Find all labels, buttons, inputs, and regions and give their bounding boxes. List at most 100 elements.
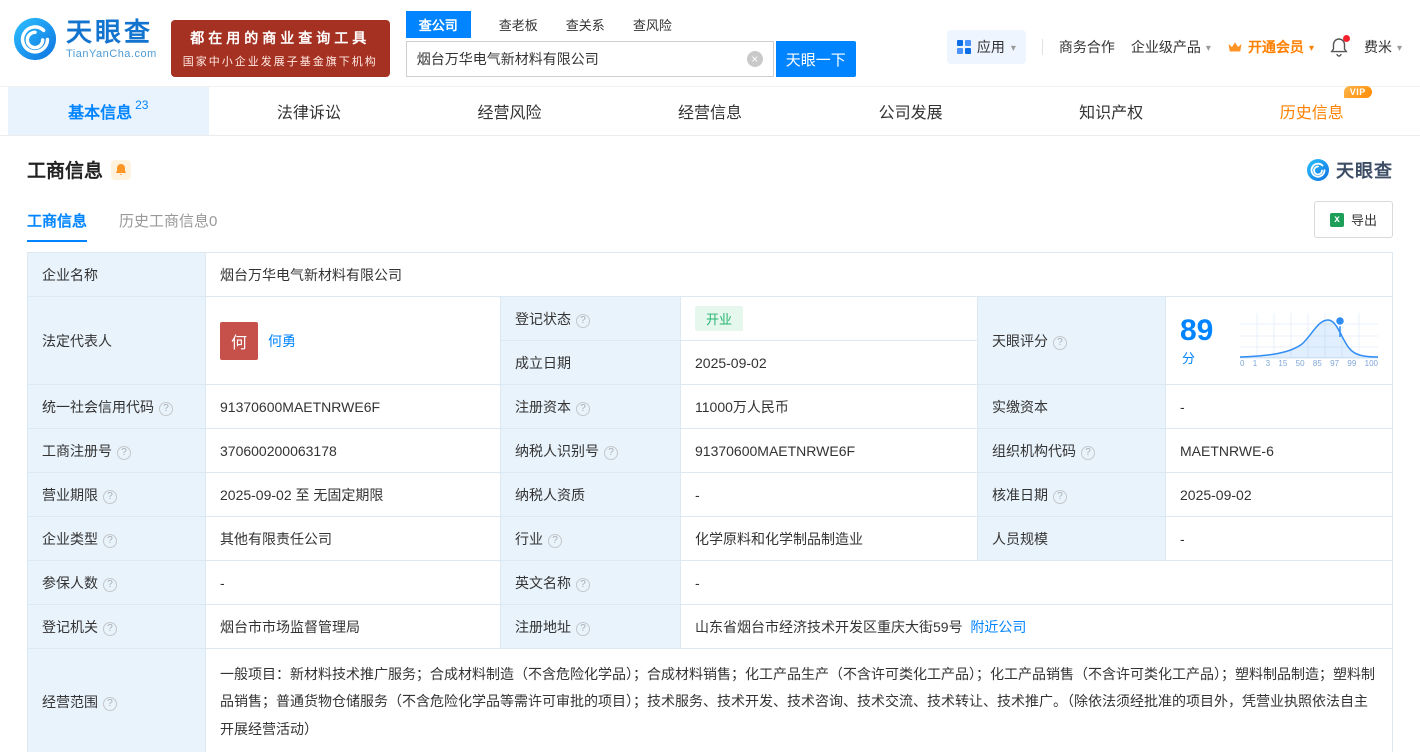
nav-cooperation-label: 商务合作 [1058,39,1115,55]
tab-basic-info-label: 基本信息 [68,105,133,122]
notification-dot [1342,35,1350,42]
tianyancha-logo[interactable]: 天眼查 TianYanCha.com [12,16,157,62]
field-label-english-name: 英文名称? [500,560,681,605]
apps-grid-icon [956,40,971,54]
field-label-address: 注册地址? [500,604,681,649]
nav-apps-button[interactable]: 应用 ▾ [946,30,1026,64]
help-icon[interactable]: ? [103,696,117,711]
status-badge: 开业 [695,306,744,331]
company-tab-bar: 基本信息 23 法律诉讼 经营风险 经营信息 公司发展 知识产权 历史信息 VI… [0,86,1420,136]
help-icon[interactable]: ? [576,401,590,416]
score-curve-svg [1240,313,1378,359]
tab-operation-risk[interactable]: 经营风险 [409,87,610,135]
table-row: 统一社会信用代码? 91370600MAETNRWE6F 注册资本? 11000… [27,384,1393,429]
tab-risk-label: 经营风险 [477,105,542,122]
top-nav: 应用 ▾ 商务合作 企业级产品 ▾ 开通会员 ▾ 费米 ▾ [946,30,1402,64]
nav-vip-label: 开通会员 [1247,39,1304,55]
tab-operation-info[interactable]: 经营信息 [610,87,811,135]
crown-icon [1228,42,1242,52]
help-icon[interactable]: ? [1081,445,1095,460]
field-label-company-name: 企业名称 [27,252,206,297]
field-value-credit-code: 91370600MAETNRWE6F [205,384,501,429]
help-icon[interactable]: ? [576,621,590,636]
field-value-staff-size: - [1165,516,1393,561]
field-label-approval-date: 核准日期? [977,472,1166,517]
nav-enterprise-label: 企业级产品 [1130,39,1201,55]
tab-history-label: 历史信息 [1279,105,1344,122]
chevron-down-icon: ▾ [1308,42,1314,54]
field-value-reg-status: 开业 [680,296,978,341]
legal-rep-avatar[interactable]: 何 [220,321,258,360]
help-icon[interactable]: ? [1053,489,1067,504]
help-icon[interactable]: ? [103,533,117,548]
tianyancha-watermark: 天眼查 [1306,157,1393,183]
search-tab-risk[interactable]: 查风险 [633,15,672,34]
tab-intellectual-property[interactable]: 知识产权 [1011,87,1212,135]
help-icon[interactable]: ? [576,577,590,592]
field-label-establish-date: 成立日期 [500,340,681,385]
search-input[interactable] [416,51,747,67]
field-value-score: 89分 0 1 3 15 50 85 97 99 100 [1165,296,1393,385]
help-icon[interactable]: ? [103,621,117,636]
slogan-line2: 国家中小企业发展子基金旗下机构 [182,56,378,68]
search-tab-boss[interactable]: 查老板 [499,15,538,34]
field-label-paid-capital: 实缴资本 [977,384,1166,429]
export-button[interactable]: x 导出 [1313,201,1393,238]
watermark-logo-icon [1307,158,1329,181]
field-value-establish-date: 2025-09-02 [680,340,978,385]
search-tab-relation[interactable]: 查关系 [566,15,605,34]
field-label-taxpayer-quality: 纳税人资质 [500,472,681,517]
field-value-insured-count: - [205,560,501,605]
help-icon[interactable]: ? [576,313,590,328]
help-icon[interactable]: ? [159,401,173,416]
chevron-down-icon: ▾ [1396,42,1402,54]
table-row: 参保人数? - 英文名称? - [27,560,1393,605]
field-label-staff-size: 人员规模 [977,516,1166,561]
tab-legal-litigation[interactable]: 法律诉讼 [209,87,410,135]
nav-enterprise-products[interactable]: 企业级产品 ▾ [1131,37,1211,57]
logo-text-en: TianYanCha.com [66,47,157,60]
nearby-companies-link[interactable]: 附近公司 [970,619,1026,635]
field-label-credit-code: 统一社会信用代码? [27,384,206,429]
help-icon[interactable]: ? [1053,335,1067,350]
field-value-company-name: 烟台万华电气新材料有限公司 [205,252,1393,297]
field-label-reg-number: 工商注册号? [27,428,206,473]
field-value-industry: 化学原料和化学制品制造业 [680,516,978,561]
field-value-business-scope: 一般项目：新材料技术推广服务；合成材料制造（不含危险化学品）；合成材料销售；化工… [205,648,1393,752]
help-icon[interactable]: ? [117,445,131,460]
subtab-business-info[interactable]: 工商信息 [27,210,88,242]
tab-basic-info[interactable]: 基本信息 23 [8,87,209,135]
subtab-history-business-info[interactable]: 历史工商信息0 [119,210,217,242]
search-tab-company[interactable]: 查公司 [405,10,471,38]
clear-search-icon[interactable]: × [746,51,763,67]
export-label: 导出 [1350,213,1377,228]
legal-rep-link[interactable]: 何勇 [268,331,296,351]
table-row: 登记机关? 烟台市市场监督管理局 注册地址? 山东省烟台市经济技术开发区重庆大街… [27,604,1393,649]
notification-bell-button[interactable] [1330,35,1350,57]
tab-history-info[interactable]: 历史信息 VIP [1211,86,1412,135]
logo-text-cn: 天眼查 [66,16,154,47]
help-icon[interactable]: ? [103,489,117,504]
orange-bell-icon [115,164,127,175]
field-value-org-code: MAETNRWE-6 [1165,428,1393,473]
field-label-score: 天眼评分? [977,296,1166,385]
field-value-taxpayer-quality: - [680,472,978,517]
nav-user-menu[interactable]: 费米 ▾ [1364,37,1402,57]
help-icon[interactable]: ? [604,445,618,460]
help-icon[interactable]: ? [103,577,117,592]
tab-company-development[interactable]: 公司发展 [810,87,1011,135]
search-button[interactable]: 天眼一下 [775,41,856,77]
subtab-row: 工商信息 历史工商信息0 x 导出 [27,201,1393,242]
watermark-text: 天眼查 [1336,160,1393,181]
tab-basic-info-count: 23 [135,98,149,112]
field-label-org-code: 组织机构代码? [977,428,1166,473]
nav-open-vip[interactable]: 开通会员 ▾ [1227,37,1314,57]
table-row: 营业期限? 2025-09-02 至 无固定期限 纳税人资质 - 核准日期? 2… [27,472,1393,517]
monitor-bell-button[interactable] [111,159,132,180]
business-info-table: 企业名称 烟台万华电气新材料有限公司 法定代表人 何 何勇 登记状态? 开业 天… [27,252,1393,752]
tab-development-label: 公司发展 [878,105,943,122]
nav-business-cooperation[interactable]: 商务合作 [1059,37,1115,57]
table-row: 工商注册号? 370600200063178 纳税人识别号? 91370600M… [27,428,1393,473]
field-label-insured-count: 参保人数? [27,560,206,605]
help-icon[interactable]: ? [548,533,562,548]
